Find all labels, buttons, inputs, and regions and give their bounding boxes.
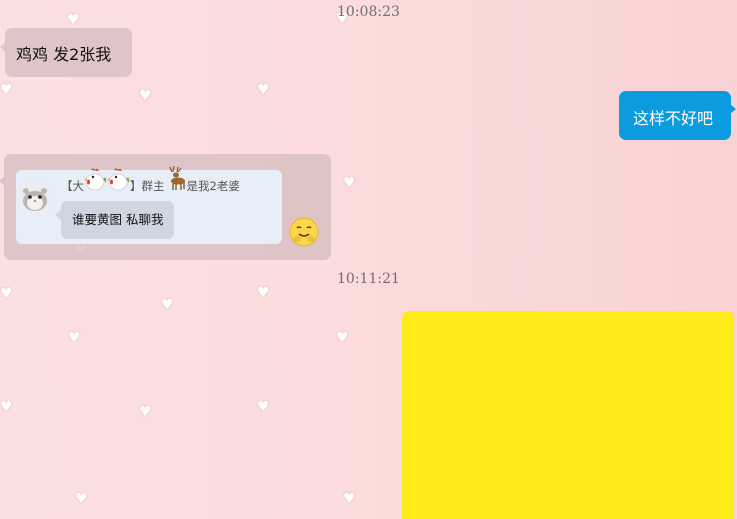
outgoing-message-bubble[interactable]: 这样不好吧 [619, 91, 731, 140]
message-text: 鸡鸡 发2张我 [16, 45, 112, 64]
hamster-avatar-icon [20, 182, 50, 212]
heart-icon: ♥ [257, 82, 270, 98]
quoted-message-card[interactable]: 【大 】群主 是我2老婆 谁要黄图 私聊我 [16, 165, 282, 244]
rooster-emoji-icon [84, 167, 107, 194]
name-part: 是我2老婆 [186, 179, 240, 193]
heart-icon: ♥ [68, 330, 81, 346]
heart-icon: ♥ [343, 175, 356, 191]
rooster-emoji-icon [107, 167, 130, 194]
quoted-message-text[interactable]: 谁要黄图 私聊我 [61, 201, 175, 239]
heart-icon: ♥ [0, 286, 13, 302]
heart-icon: ♥ [0, 399, 13, 415]
heart-icon: ♥ [161, 297, 174, 313]
bubble-tail [0, 42, 6, 52]
avatar[interactable] [20, 182, 50, 212]
name-part: 】群主 [130, 179, 165, 193]
name-part: 【大 [61, 179, 84, 193]
outgoing-image-message[interactable] [402, 311, 734, 519]
bubble-tail [730, 104, 736, 114]
incoming-quote-message-bubble[interactable]: 【大 】群主 是我2老婆 谁要黄图 私聊我 [4, 154, 331, 260]
heart-icon: ♥ [257, 399, 270, 415]
message-text: 这样不好吧 [633, 109, 714, 128]
message-timestamp: 10:08:23 [337, 4, 400, 20]
incoming-message-bubble[interactable]: 鸡鸡 发2张我 [5, 28, 132, 77]
heart-icon: ♥ [67, 12, 80, 28]
heart-icon: ♥ [139, 404, 152, 420]
grinning-cat-face-emoji-icon [288, 215, 320, 251]
heart-icon: ♥ [75, 491, 88, 507]
heart-icon: ♥ [0, 82, 13, 98]
heart-icon: ♥ [343, 491, 356, 507]
heart-icon: ♥ [257, 285, 270, 301]
bubble-tail [0, 176, 5, 186]
heart-icon: ♥ [139, 88, 152, 104]
heart-icon: ♥ [336, 330, 349, 346]
deer-emoji-icon [165, 165, 187, 194]
quoted-sender-name: 【大 】群主 是我2老婆 [61, 164, 240, 194]
message-timestamp: 10:11:21 [337, 271, 400, 287]
